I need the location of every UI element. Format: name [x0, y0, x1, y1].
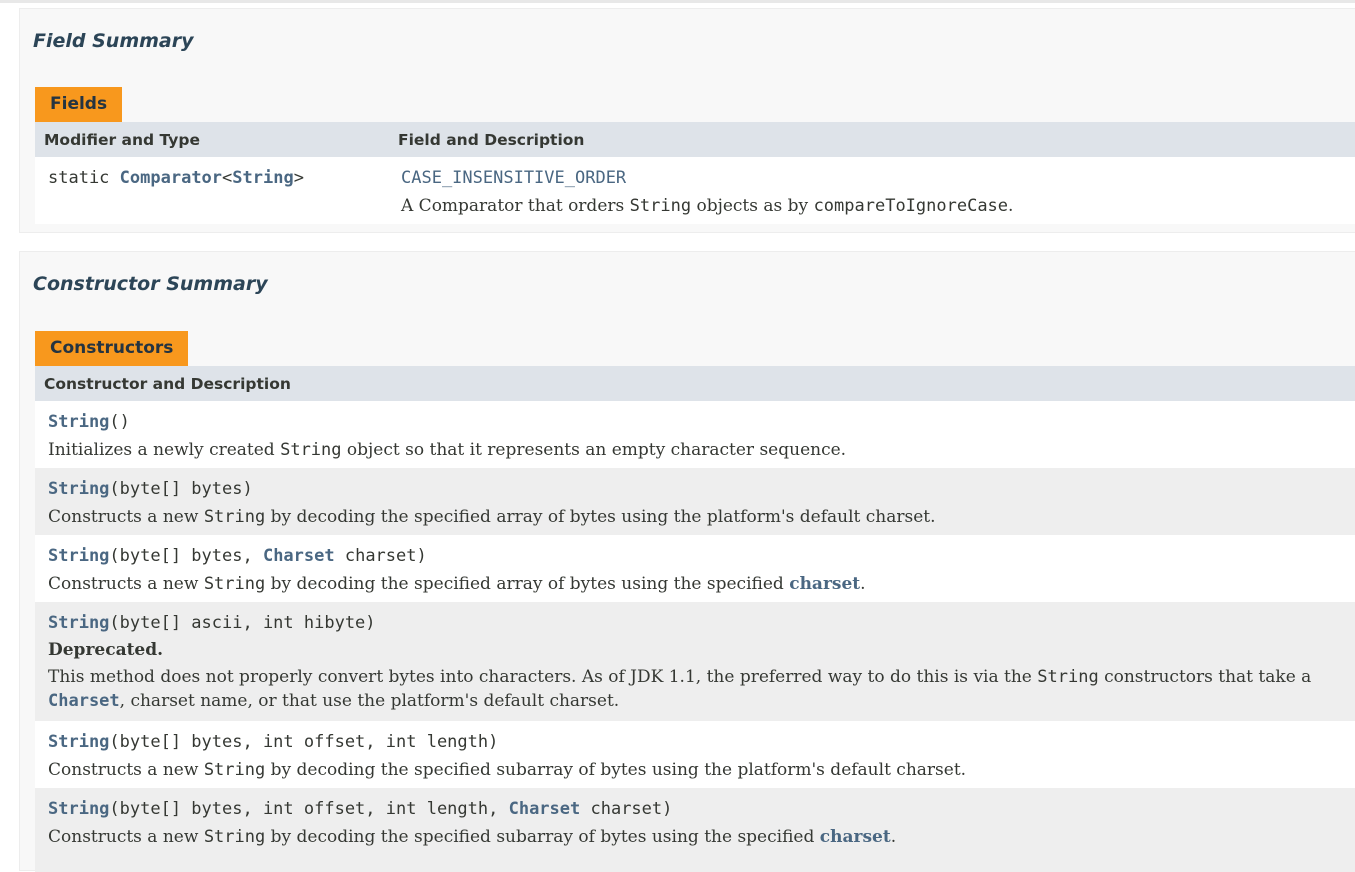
params: (byte[] bytes, int offset, int length, [109, 799, 509, 819]
table-row: String(byte[] bytes) Constructs a new St… [35, 468, 1355, 535]
case-insensitive-order-link[interactable]: CASE_INSENSITIVE_ORDER [401, 168, 626, 188]
top-divider [0, 0, 1355, 3]
params: charset) [580, 799, 673, 819]
constructor-signature: String(byte[] bytes, Charset charset) [48, 546, 427, 566]
desc-text: by decoding the specified subarray of by… [265, 827, 820, 847]
charset-link[interactable]: charset [820, 827, 891, 847]
desc-text: Constructs a new [48, 760, 204, 780]
desc-text: by decoding the specified array of bytes… [265, 574, 790, 594]
modifier-type-header: Modifier and Type [44, 131, 200, 149]
constructor-description: This method does not properly convert by… [48, 665, 1355, 713]
charset-type-link[interactable]: Charset [263, 546, 335, 566]
constructor-description-header: Constructor and Description [44, 375, 291, 393]
constructor-description: Constructs a new String by decoding the … [48, 760, 966, 780]
constructor-description: Constructs a new String by decoding the … [48, 574, 866, 594]
table-row: String(byte[] bytes, int offset, int len… [35, 788, 1355, 872]
params: () [109, 412, 130, 432]
field-description-header: Field and Description [398, 131, 585, 149]
desc-text: This method does not properly convert by… [48, 667, 1038, 687]
params: (byte[] bytes, int offset, int length) [109, 732, 499, 752]
constructor-description: Initializes a newly created String objec… [48, 440, 846, 460]
desc-text: by decoding the specified array of bytes… [265, 507, 936, 527]
desc-text: object so that it represents an empty ch… [341, 440, 847, 460]
modifier: static [48, 168, 110, 188]
desc-text: . [860, 574, 866, 594]
desc-code: compareToIgnoreCase [813, 196, 1009, 216]
constructor-link[interactable]: String [48, 732, 109, 752]
charset-link[interactable]: charset [789, 574, 860, 594]
params: (byte[] bytes, [109, 546, 263, 566]
field-type: static Comparator<String> [48, 168, 304, 188]
constructor-signature: String(byte[] bytes) [48, 479, 253, 499]
desc-code: String [203, 827, 266, 847]
desc-text: Initializes a newly created [48, 440, 281, 460]
constructor-link[interactable]: String [48, 412, 109, 432]
desc-text: Constructs a new [48, 574, 204, 594]
desc-text: Constructs a new [48, 507, 204, 527]
constructor-link[interactable]: String [48, 479, 109, 499]
charset-type-link[interactable]: Charset [48, 691, 120, 711]
field-description: A Comparator that orders String objects … [401, 196, 1013, 216]
params: (byte[] bytes) [109, 479, 253, 499]
constructor-signature: String() [48, 412, 130, 432]
desc-text: constructors that take a [1098, 667, 1312, 687]
desc-text: A Comparator that orders [401, 196, 630, 216]
constructor-signature: String(byte[] ascii, int hibyte) [48, 613, 376, 633]
desc-code: String [203, 760, 266, 780]
desc-text: . [890, 827, 897, 847]
desc-text: . [1008, 196, 1014, 216]
constructor-summary-title: Constructor Summary [33, 273, 268, 295]
constructor-description: Constructs a new String by decoding the … [48, 827, 896, 847]
params: (byte[] ascii, int hibyte) [109, 613, 376, 633]
field-summary-title: Field Summary [33, 30, 194, 52]
constructor-summary-section: Constructor Summary Constructors Constru… [19, 251, 1355, 872]
charset-type-link[interactable]: Charset [509, 799, 581, 819]
constructor-link[interactable]: String [48, 613, 109, 633]
constructor-signature: String(byte[] bytes, int offset, int len… [48, 732, 498, 752]
gt: > [293, 168, 304, 188]
string-type-link[interactable]: String [232, 168, 293, 188]
constructor-signature: String(byte[] bytes, int offset, int len… [48, 799, 672, 819]
field-summary-section: Field Summary Fields Modifier and Type F… [19, 8, 1355, 233]
lt: < [222, 168, 233, 188]
desc-text: objects as by [691, 196, 814, 216]
constructor-link[interactable]: String [48, 546, 109, 566]
table-row: String(byte[] ascii, int hibyte) Depreca… [35, 602, 1355, 721]
desc-code: String [203, 507, 266, 527]
desc-code: String [280, 440, 342, 460]
constructor-description: Constructs a new String by decoding the … [48, 507, 936, 527]
desc-code: String [629, 196, 692, 216]
table-row: String(byte[] bytes, int offset, int len… [35, 721, 1355, 788]
desc-code: String [203, 574, 266, 594]
table-row: String() Initializes a newly created Str… [35, 401, 1355, 468]
constructors-table-header: Constructor and Description [35, 366, 1355, 401]
params: charset) [334, 546, 427, 566]
fields-tab: Fields [35, 87, 123, 122]
desc-text: by decoding the specified subarray of by… [265, 760, 967, 780]
desc-text: Constructs a new [48, 827, 204, 847]
constructor-link[interactable]: String [48, 799, 109, 819]
fields-table-header: Modifier and Type Field and Description [35, 122, 1355, 157]
table-row: String(byte[] bytes, Charset charset) Co… [35, 535, 1355, 602]
table-row: static Comparator<String> CASE_INSENSITI… [35, 157, 1355, 224]
comparator-link[interactable]: Comparator [120, 168, 222, 188]
constructors-tab: Constructors [35, 331, 189, 366]
desc-code: String [1037, 667, 1099, 687]
desc-text: , charset name, or that use the platform… [119, 691, 620, 711]
deprecated-label: Deprecated. [48, 640, 164, 660]
